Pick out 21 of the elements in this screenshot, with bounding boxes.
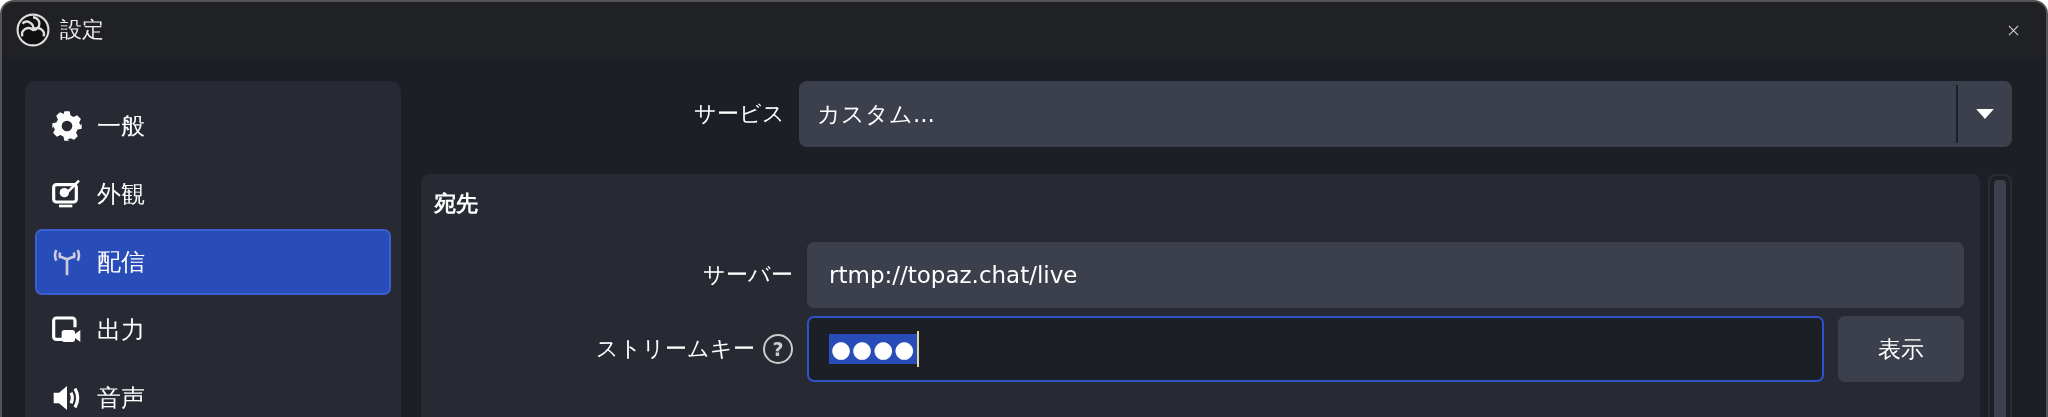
- field-label: ストリームキー: [596, 335, 755, 363]
- window-title: 設定: [60, 16, 104, 44]
- field-label: サービス: [693, 100, 785, 128]
- field-label: サーバー: [702, 261, 793, 289]
- sidebar-item[interactable]: 配信: [35, 229, 391, 295]
- close-icon[interactable]: [2008, 24, 2019, 36]
- monitor-icon: [51, 178, 83, 210]
- stream-key-field[interactable]: ●●●●: [807, 316, 1824, 382]
- service-dropdown[interactable]: カスタム...: [799, 81, 2012, 147]
- help-icon[interactable]: ?: [763, 334, 793, 364]
- sidebar-item[interactable]: 外観: [35, 161, 391, 227]
- show-button[interactable]: 表示: [1838, 316, 1964, 382]
- sidebar-item[interactable]: 一般: [35, 93, 391, 159]
- caret-icon: [1976, 108, 1994, 120]
- group-title: 宛先: [434, 190, 479, 218]
- sidebar-item[interactable]: 出力: [35, 297, 391, 363]
- gear-icon: [51, 110, 83, 142]
- server-field[interactable]: rtmp://topaz.chat/live: [807, 242, 1964, 308]
- sidebar-item[interactable]: 音声: [35, 365, 391, 417]
- app-logo-icon: [16, 13, 50, 47]
- scrollbar[interactable]: [1988, 174, 2012, 417]
